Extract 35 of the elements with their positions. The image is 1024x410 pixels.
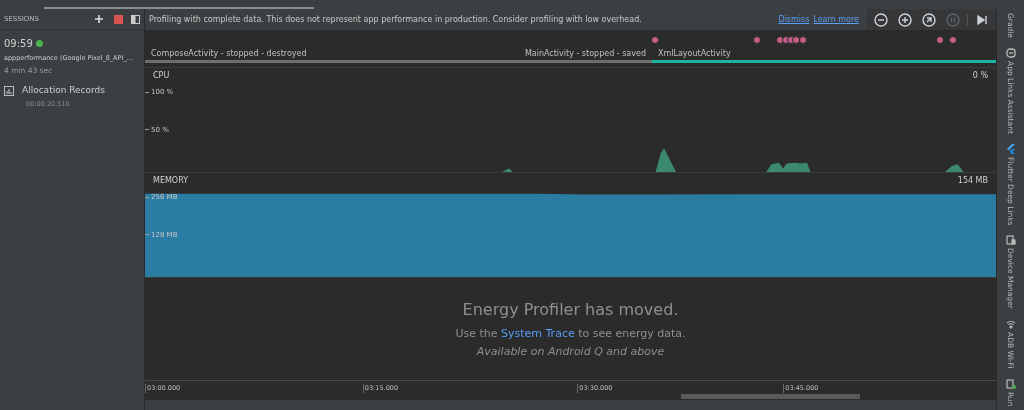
- banner-link[interactable]: Learn more: [813, 13, 859, 26]
- panel-icon[interactable]: [131, 14, 140, 24]
- banner-message: Profiling with complete data. This does not represent app performance in production. Consider profiling with low overhead.: [149, 13, 643, 26]
- reset-zoom-icon: [922, 12, 936, 27]
- jump-to-end-icon: [975, 12, 989, 27]
- activity-label: XmlLayoutActivity: [657, 48, 732, 60]
- touch-event-marker: [753, 36, 762, 44]
- energy-note: Available on Android Q and above: [476, 344, 665, 360]
- touch-event-marker: [651, 36, 660, 44]
- session-time: 09:59: [4, 37, 33, 51]
- activity-label: ComposeActivity - stopped - destroyed: [150, 48, 308, 60]
- touch-event-marker: [949, 36, 958, 44]
- banner-link[interactable]: Dismiss: [778, 13, 810, 26]
- touch-event-marker: [936, 36, 945, 44]
- stop-icon[interactable]: [114, 14, 123, 24]
- system-trace-link[interactable]: System Trace: [501, 326, 575, 340]
- energy-message: Use the System Trace to see energy data.: [455, 325, 686, 342]
- device-running-icon: [1005, 378, 1016, 389]
- horizontal-scrollbar[interactable]: [681, 394, 860, 399]
- section-title: CPU: [153, 71, 170, 81]
- section-reading: 0 %: [972, 71, 988, 81]
- link-icon: [1005, 47, 1016, 58]
- pause-icon: [946, 12, 960, 27]
- device-icon: [1005, 235, 1016, 246]
- flutter-icon: [1005, 143, 1016, 154]
- activity-label: MainActivity - stopped - saved: [523, 48, 647, 60]
- recording-label: Allocation Records: [22, 84, 105, 97]
- bar-chart-icon: [4, 85, 14, 96]
- zoom-out-icon: [874, 12, 888, 27]
- wifi-icon: [1005, 319, 1016, 330]
- plus-icon[interactable]: [94, 14, 104, 24]
- zoom-in-icon: [898, 12, 912, 27]
- section-title: MEMORY: [153, 176, 189, 186]
- section-reading: 154 MB: [957, 176, 988, 186]
- energy-heading: Energy Profiler has moved.: [462, 298, 679, 321]
